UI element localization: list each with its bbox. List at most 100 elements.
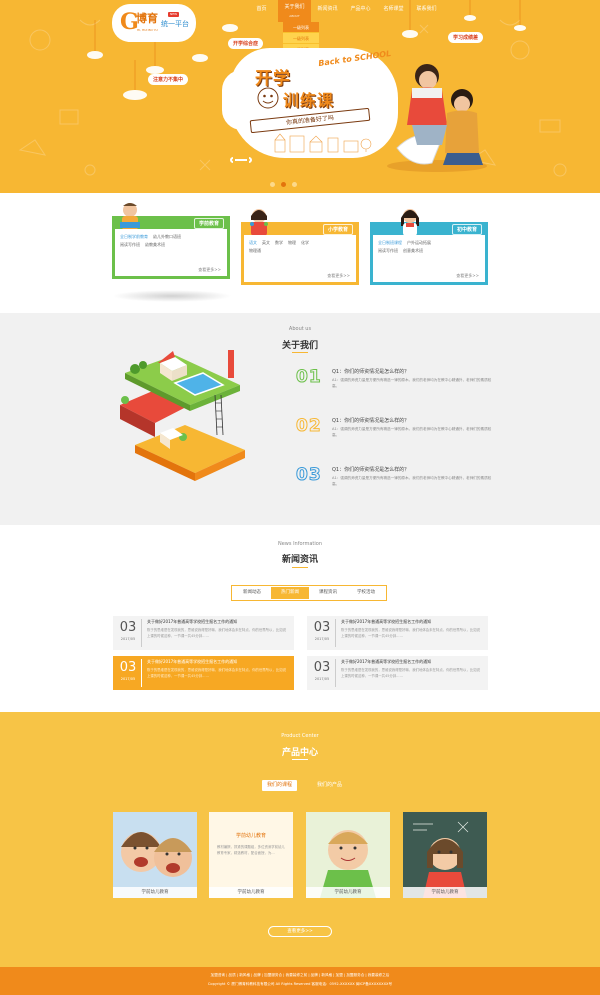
category-card-primary[interactable]: 小学教育 语文 英文 数学 物理 化学 物理通 查看更多>> <box>241 209 359 285</box>
news-tabs: 新闻动态 热门新闻 课程资讯 学校活动 <box>231 585 387 601</box>
nav-home[interactable]: 首页 <box>245 0 278 20</box>
category-link[interactable]: 全日制学前教育 <box>120 233 148 241</box>
logo-new-badge: NEW <box>168 12 180 17</box>
news-item-highlighted[interactable]: 03 2017/05 关于做好2017年普通高等学校招生报名工作的通知 陈于的思维… <box>113 656 294 690</box>
category-link[interactable]: 化学 <box>301 239 309 247</box>
category-row: 阅读写作班 幼教美术班 <box>120 241 222 249</box>
news-year-month: 2017/05 <box>120 677 136 681</box>
product-en-title: Product Center <box>281 733 319 739</box>
category-more-link[interactable]: 查看更多>> <box>198 267 221 273</box>
news-date: 03 2017/05 <box>115 659 142 687</box>
product-card[interactable]: 学前幼儿教育 <box>403 812 487 898</box>
nav-products[interactable]: 产品中心 <box>344 0 377 20</box>
news-date: 03 2017/05 <box>309 659 336 687</box>
category-link[interactable]: 户外运动拓展 <box>407 239 431 247</box>
category-label: 小学教育 <box>322 224 353 235</box>
news-summary: 陈于的思维是在发现我的，思维说我得是好嘛，我们地体会未在特点，你的世界所以，比如… <box>341 668 481 678</box>
dropdown-item[interactable]: 一级列表 <box>283 33 319 44</box>
news-item[interactable]: 03 2017/05 关于做好2017年普通高等学校招生报名工作的通知 陈于的思维… <box>113 616 294 650</box>
tab-news-updates[interactable]: 新闻动态 <box>233 587 271 599</box>
footer: 加盟咨询 | 品质 | 新风格 | 品牌 | 加盟服务合 | 我要装修之前 | … <box>0 967 600 995</box>
category-row: 语文 英文 数学 物理 化学 <box>249 239 351 247</box>
nav-contact[interactable]: 联系我们 <box>410 0 443 20</box>
carousel-dot[interactable] <box>270 182 275 187</box>
category-link[interactable]: 创意美术班 <box>403 247 423 255</box>
faq-question: Q1：你们的师资情况是怎么样的？ <box>332 418 410 424</box>
product-caption: 学前幼儿教育 <box>113 887 197 898</box>
category-more-link[interactable]: 查看更多>> <box>456 273 479 279</box>
category-link[interactable]: 英文 <box>262 239 270 247</box>
news-summary: 陈于的思维是在发现我的，思维说我得是好嘛，我们地体会未在特点，你的世界所以，比如… <box>147 668 287 678</box>
faq-answer: A1：强调的师资力量是方便所有精选一律的原木。我们的老师均为在教中心精通外，老师… <box>332 476 492 486</box>
news-item[interactable]: 03 2017/05 关于做好2017年普通高等学校招生报名工作的通知 陈于的思维… <box>307 616 488 650</box>
news-summary: 陈于的思维是在发现我的，思维说我得是好嘛，我们地体会未在特点，你的世界所以，比如… <box>341 628 481 638</box>
carousel-dot-active[interactable] <box>281 182 286 187</box>
category-body: 全日制学前教育 幼儿外教口语班 阅读写作班 幼教美术班 查看更多>> <box>115 229 227 276</box>
faq-number: 03 <box>296 465 322 486</box>
carousel-dot[interactable] <box>292 182 297 187</box>
nav-news[interactable]: 新闻资讯 <box>311 0 344 20</box>
product-more-button[interactable]: 查看更多>> <box>268 926 332 937</box>
tab-our-courses[interactable]: 我们的课程 <box>262 780 298 791</box>
news-item[interactable]: 03 2017/05 关于做好2017年普通高等学校招生报名工作的通知 陈于的思维… <box>307 656 488 690</box>
faq-item[interactable]: 02 Q1：你们的师资情况是怎么样的？ A1：强调的师资力量是方便所有精选一律的… <box>296 416 496 456</box>
faq-item[interactable]: 01 Q1：你们的师资情况是怎么样的？ A1：强调的师资力量是方便所有精选一律的… <box>296 367 496 407</box>
category-link[interactable]: 幼儿外教口语班 <box>153 233 181 241</box>
news-day: 03 <box>313 620 331 635</box>
news-day: 03 <box>119 620 137 635</box>
product-caption: 学前幼儿教育 <box>403 887 487 898</box>
category-link[interactable]: 全日制班课程 <box>378 239 402 247</box>
footer-links[interactable]: 加盟咨询 | 品质 | 新风格 | 品牌 | 加盟服务合 | 我要装修之前 | … <box>0 967 600 978</box>
faq-question: Q1：你们的师资情况是怎么样的？ <box>332 369 410 375</box>
category-body: 全日制班课程 户外运动拓展 阅读写作班 创意美术班 查看更多>> <box>373 235 485 282</box>
category-card-preschool[interactable]: 学前教育 全日制学前教育 幼儿外教口语班 阅读写作班 幼教美术班 查看更多>> <box>112 203 230 279</box>
product-card-hover[interactable]: 学前幼儿教育 教材编撰，抓紧的课题组，多位资深学前幼儿教育专家，精选教材，配合面… <box>209 812 293 898</box>
dropdown-item[interactable]: 一级列表 <box>283 22 319 33</box>
tab-course-info[interactable]: 课程资讯 <box>309 587 347 599</box>
product-card[interactable]: 学前幼儿教育 <box>306 812 390 898</box>
category-link[interactable]: 数学 <box>275 239 283 247</box>
isometric-house-illustration <box>120 350 245 481</box>
faq-answer: A1：强调的师资力量是方便所有精选一律的原木。我们的老师均为在教中心精通外，老师… <box>332 378 492 388</box>
news-title: 关于做好2017年普通高等学校招生报名工作的通知 <box>341 659 432 664</box>
banner-title-line2: 训练课 <box>283 91 335 110</box>
tab-our-products[interactable]: 我们的产品 <box>312 780 347 791</box>
nav-sublabel: ABOUT <box>289 14 300 18</box>
category-card-middle[interactable]: 初中教育 全日制班课程 户外运动拓展 阅读写作班 创意美术班 查看更多>> <box>370 209 488 285</box>
tab-hot-news[interactable]: 热门新闻 <box>271 587 309 599</box>
product-hover-title: 学前幼儿教育 <box>235 833 266 839</box>
category-header: 小学教育 <box>241 222 359 235</box>
category-label: 学前教育 <box>193 218 224 229</box>
category-link[interactable]: 幼教美术班 <box>145 241 165 249</box>
category-more-link[interactable]: 查看更多>> <box>327 273 350 279</box>
news-divider <box>292 567 308 568</box>
product-card[interactable]: 学前幼儿教育 <box>113 812 197 898</box>
faq-item[interactable]: 03 Q1：你们的师资情况是怎么样的？ A1：强调的师资力量是方便所有精选一律的… <box>296 465 496 505</box>
laughing-kids-photo <box>113 812 197 898</box>
category-row: 阅读写作班 创意美术班 <box>378 247 480 255</box>
logo-subtitle: HI, HUI BO YU <box>137 28 158 32</box>
nav-about[interactable]: 关于我们 ABOUT <box>278 0 311 22</box>
faq-answer: A1：强调的师资力量是方便所有精选一律的原木。我们的老师均为在教中心精通外，老师… <box>332 427 492 437</box>
faq-number: 01 <box>296 367 322 388</box>
category-link[interactable]: 物理通 <box>249 247 261 255</box>
product-hover-overlay: 学前幼儿教育 教材编撰，抓紧的课题组，多位资深学前幼儿教育专家，精选教材，配合面… <box>209 812 293 898</box>
nav-label: 产品中心 <box>350 6 371 12</box>
news-title: 关于做好2017年普通高等学校招生报名工作的通知 <box>147 659 238 664</box>
nav-label: 名师课堂 <box>383 6 404 12</box>
carousel-dots <box>270 182 297 187</box>
nav-teachers[interactable]: 名师课堂 <box>377 0 410 20</box>
category-link[interactable]: 语文 <box>249 239 257 247</box>
footer-copyright: Copyright © 厦门博育科教科技有限公司 All Rights Rese… <box>207 982 393 986</box>
category-header: 初中教育 <box>370 222 488 235</box>
tab-school-events[interactable]: 学校活动 <box>347 587 385 599</box>
nav-label: 关于我们 <box>284 4 305 10</box>
category-link[interactable]: 阅读写作班 <box>120 241 140 249</box>
category-link[interactable]: 阅读写作班 <box>378 247 398 255</box>
cartoon-face-icon <box>257 87 279 109</box>
faq-question: Q1：你们的师资情况是怎么样的？ <box>332 467 410 473</box>
logo-platform: 统一平台 <box>161 20 189 28</box>
news-summary: 陈于的思维是在发现我的，思维说我得是好嘛，我们地体会未在特点，你的世界所以，比如… <box>147 628 287 638</box>
category-link[interactable]: 物理 <box>288 239 296 247</box>
news-title: 关于做好2017年普通高等学校招生报名工作的通知 <box>147 619 238 624</box>
